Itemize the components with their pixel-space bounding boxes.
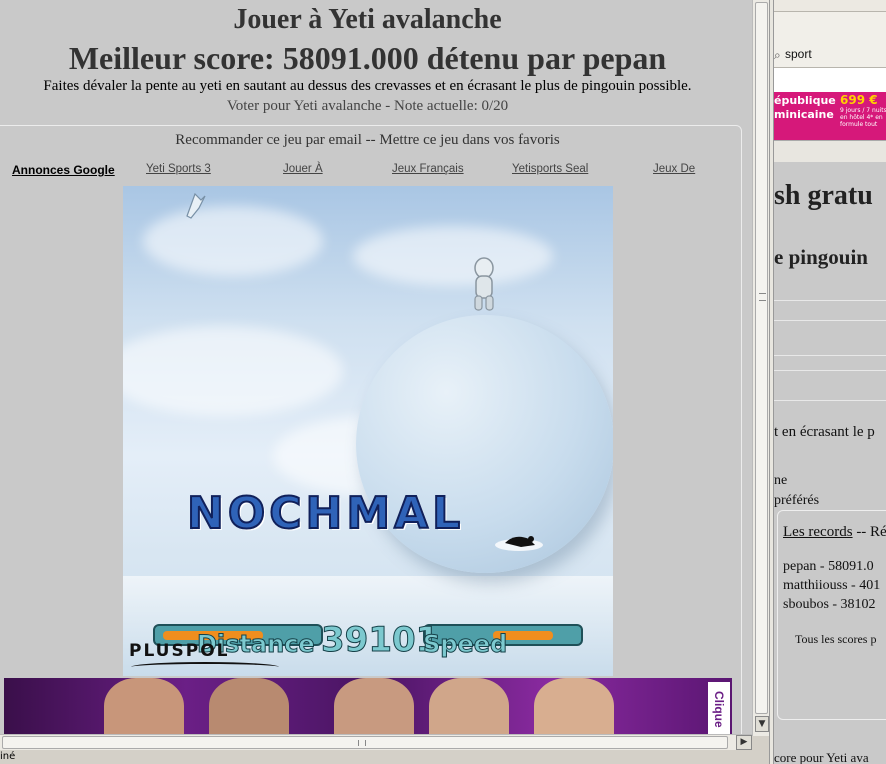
banner-face xyxy=(429,678,509,736)
white-strip xyxy=(774,68,886,92)
search-text[interactable]: sport xyxy=(785,47,812,61)
recommend-line: Recommander ce jeu par email -- Mettre c… xyxy=(0,132,735,149)
scroll-right-button[interactable]: ▶ xyxy=(736,735,752,750)
vote-link[interactable]: Voter pour Yeti avalanche xyxy=(227,98,382,114)
banner-face xyxy=(209,678,289,736)
window-toolbar xyxy=(774,0,886,12)
divider-line xyxy=(774,300,886,301)
ad-small-print: 9 jours / 7 nuits en hôtel 4* en formule… xyxy=(840,107,886,128)
speed-label: Speed xyxy=(422,630,508,659)
ad-link-yeti-sports-3[interactable]: Yeti Sports 3 xyxy=(146,163,211,175)
movie-ad-banner[interactable]: Clique xyxy=(4,678,732,736)
brand-swoosh-icon xyxy=(131,662,279,672)
google-ads-label[interactable]: Annonces Google xyxy=(12,163,115,177)
cloud xyxy=(353,226,553,286)
status-bar: iné xyxy=(0,750,770,764)
divider-line xyxy=(774,355,886,356)
all-scores-link[interactable]: Tous les scores p xyxy=(795,632,876,647)
flying-penguin xyxy=(186,192,206,219)
google-ad-links: Annonces Google Yeti Sports 3 Jouer À Je… xyxy=(12,163,722,179)
page-heading: sh gratu xyxy=(774,180,873,211)
ad-link-yetisports-seal[interactable]: Yetisports Seal xyxy=(512,163,588,175)
banner-cta-button[interactable]: Clique xyxy=(708,682,730,736)
best-score-heading: Meilleur score: 58091.000 détenu par pep… xyxy=(68,40,667,76)
banner-face xyxy=(334,678,414,736)
background-browser-window[interactable]: ⌕ sport épublique minicaine 699 € 9 jour… xyxy=(774,0,886,764)
page-title: Jouer à Yeti avalanche xyxy=(233,4,502,35)
scroll-down-button[interactable]: ▼ xyxy=(755,716,769,732)
vote-rating: - Note actuelle: 0/20 xyxy=(381,98,509,114)
cloud xyxy=(143,206,323,276)
grip-icon xyxy=(358,740,366,746)
divider-line xyxy=(774,370,886,371)
favorites-fragment[interactable]: préférés xyxy=(774,493,819,509)
banner-face xyxy=(104,678,184,736)
horizontal-scroll-thumb[interactable] xyxy=(2,736,728,749)
text-fragment: ne xyxy=(774,473,788,488)
divider-line xyxy=(774,400,886,401)
records-line: Les records -- Ré xyxy=(783,524,886,541)
cloud xyxy=(123,326,343,416)
description-fragment: t en écrasant le p xyxy=(774,424,875,440)
banner-face xyxy=(534,678,614,736)
score-entry: matthiiouss - 401 xyxy=(783,578,881,593)
ad-link-jeux-de[interactable]: Jeux De xyxy=(653,163,695,175)
game-canvas[interactable]: NOCHMAL Distance 39101 Speed PLUSPOL xyxy=(123,186,613,676)
footer-text: core pour Yeti ava xyxy=(774,750,869,764)
score-entry: pepan - 58091.0 xyxy=(783,559,874,574)
vote-line: Voter pour Yeti avalanche - Note actuell… xyxy=(0,98,735,115)
records-box xyxy=(777,510,886,720)
yeti-character xyxy=(474,257,494,311)
ad-price: 699 € xyxy=(840,93,878,107)
game-over-text: NOCHMAL xyxy=(186,488,465,539)
distance-value: 39101 xyxy=(320,620,440,661)
records-link[interactable]: Les records xyxy=(783,524,853,540)
brand-logo: PLUSPOL xyxy=(129,641,230,661)
travel-ad[interactable]: épublique minicaine 699 € 9 jours / 7 nu… xyxy=(774,92,886,140)
recommend-separator: -- xyxy=(361,132,380,148)
ad-link-jeux-francais[interactable]: Jeux Français xyxy=(392,163,464,175)
ad-text-line2: minicaine xyxy=(774,108,834,121)
game-description: Faites dévaler la pente au yeti en sauta… xyxy=(43,78,692,94)
horizontal-scrollbar[interactable]: ▶ xyxy=(0,734,752,750)
browser-content-pane: Jouer à Yeti avalanche Meilleur score: 5… xyxy=(0,0,752,736)
magnifier-icon: ⌕ xyxy=(774,48,781,62)
ad-link-jouer-a[interactable]: Jouer À xyxy=(283,163,323,175)
search-bar[interactable]: ⌕ sport xyxy=(774,40,886,68)
add-favorites-link[interactable]: Mettre ce jeu dans vos favoris xyxy=(379,132,559,148)
window-toolbar xyxy=(774,12,886,40)
divider-line xyxy=(774,320,886,321)
page-subheading: e pingouin xyxy=(774,245,868,269)
grip-icon xyxy=(759,293,766,301)
ad-text-line1: épublique xyxy=(774,94,836,107)
vertical-scrollbar[interactable]: ▼ xyxy=(752,0,769,736)
records-suffix: -- Ré xyxy=(852,524,886,540)
vertical-scroll-thumb[interactable] xyxy=(755,2,768,714)
section-divider xyxy=(774,140,886,162)
score-entry: sboubos - 38102 xyxy=(783,597,876,612)
recommend-email-link[interactable]: Recommander ce jeu par email xyxy=(175,132,362,148)
